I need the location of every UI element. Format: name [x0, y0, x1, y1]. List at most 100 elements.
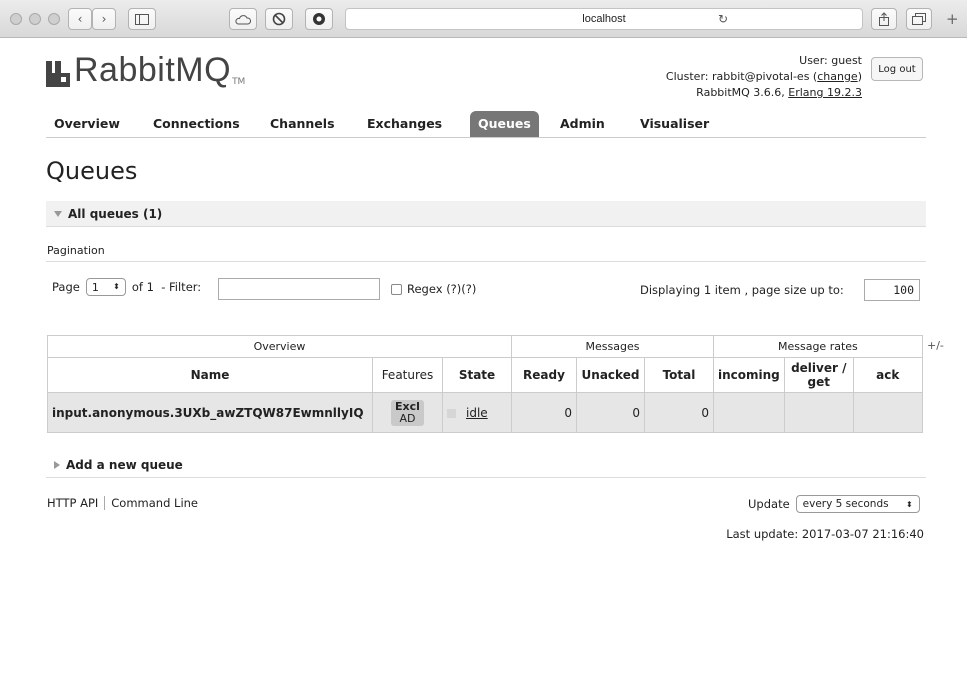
page-title: Queues: [46, 157, 138, 185]
column-unacked[interactable]: Unacked: [576, 357, 645, 393]
state-indicator: [447, 408, 456, 418]
pagination-row: Page 1 ⬍ of 1 - Filter:: [52, 278, 201, 296]
rabbitmq-logo[interactable]: RabbitMQ TM: [46, 53, 245, 87]
tab-overview[interactable]: Overview: [46, 111, 128, 137]
column-total[interactable]: Total: [644, 357, 714, 393]
column-ready[interactable]: Ready: [511, 357, 577, 393]
ready-value: 0: [511, 392, 577, 433]
feature-ad: AD: [399, 411, 416, 425]
divider: [46, 261, 926, 262]
of-filter-label: of 1 - Filter:: [131, 280, 202, 294]
tab-connections[interactable]: Connections: [145, 111, 248, 137]
column-incoming[interactable]: incoming: [713, 357, 785, 393]
unacked-value: 0: [576, 392, 645, 433]
column-header-row: Name Features State Ready Unacked Total …: [47, 357, 923, 393]
add-queue-label: Add a new queue: [66, 457, 183, 472]
group-header-overview: Overview: [47, 335, 512, 358]
change-cluster-link[interactable]: change: [817, 70, 857, 83]
erlang-link[interactable]: Erlang 19.2.3: [788, 86, 862, 99]
http-api-link[interactable]: HTTP API: [47, 496, 98, 510]
command-line-link[interactable]: Command Line: [111, 496, 198, 510]
tab-admin[interactable]: Admin: [552, 111, 613, 137]
regex-checkbox[interactable]: [391, 283, 402, 295]
tabs-button[interactable]: [906, 8, 932, 30]
update-control: Update every 5 seconds ⬍: [748, 495, 920, 513]
address-bar[interactable]: localhost: [345, 8, 863, 30]
separator: [104, 496, 106, 510]
minimize-window-icon[interactable]: [29, 13, 41, 25]
add-queue-toggle[interactable]: Add a new queue: [46, 452, 926, 478]
state-value[interactable]: idle: [466, 406, 488, 420]
privacy-icon: [272, 12, 286, 26]
column-state[interactable]: State: [442, 357, 512, 393]
filter-input[interactable]: [218, 278, 380, 300]
tab-visualiser[interactable]: Visualiser: [632, 111, 717, 137]
tab-exchanges[interactable]: Exchanges: [359, 111, 450, 137]
cluster-label: Cluster: rabbit@pivotal-es (: [665, 70, 818, 83]
sidebar-icon: [135, 13, 149, 25]
table-row[interactable]: input.anonymous.3UXb_awZTQW87EwmnllyIQ E…: [47, 392, 923, 433]
last-update: Last update: 2017-03-07 21:16:40: [726, 527, 924, 541]
page-size-input[interactable]: 100: [864, 279, 920, 301]
extension-button[interactable]: [305, 8, 333, 30]
share-button[interactable]: [871, 8, 897, 30]
all-queues-toggle[interactable]: All queues (1): [46, 201, 926, 227]
back-button[interactable]: ‹: [68, 8, 92, 30]
deliver-get-value: [783, 392, 854, 433]
zoom-window-icon[interactable]: [48, 13, 60, 25]
group-header-messages: Messages: [511, 335, 714, 358]
cloud-icon: [235, 14, 251, 24]
page: RabbitMQ TM User: guest Cluster: rabbit@…: [0, 39, 967, 683]
update-interval-value: every 5 seconds: [802, 498, 889, 510]
total-value: 0: [644, 392, 714, 433]
logo-trademark: TM: [232, 77, 246, 87]
cluster-suffix: ): [857, 70, 862, 83]
all-queues-label: All queues (1): [68, 206, 163, 221]
back-icon: ‹: [77, 12, 83, 26]
group-header-row: Overview Messages Message rates: [47, 335, 923, 358]
page-select[interactable]: 1 ⬍: [85, 278, 126, 296]
regex-option: Regex (?)(?): [391, 282, 476, 296]
tab-queues[interactable]: Queues: [470, 111, 539, 137]
incoming-value: [713, 392, 785, 433]
icloud-button[interactable]: [229, 8, 257, 30]
regex-help-link[interactable]: (?)(?): [446, 282, 476, 296]
rabbit-logo-icon: [46, 61, 70, 87]
column-name[interactable]: Name: [47, 357, 373, 393]
updown-icon: ⬍: [905, 499, 913, 509]
tab-channels[interactable]: Channels: [262, 111, 343, 137]
update-interval-select[interactable]: every 5 seconds ⬍: [795, 495, 920, 513]
browser-window: ‹ › localhost ↻ + RabbitMQ TM User: gues…: [0, 0, 967, 683]
new-tab-icon[interactable]: +: [946, 10, 959, 28]
queue-name-link[interactable]: input.anonymous.3UXb_awZTQW87EwmnllyIQ: [47, 392, 373, 433]
features-cell: Excl AD: [372, 392, 443, 433]
sidebar-button[interactable]: [128, 8, 156, 30]
logo-text: RabbitMQ: [74, 51, 232, 89]
column-deliver-get[interactable]: deliver / get: [783, 357, 854, 393]
ack-value: [852, 392, 923, 433]
address-text: localhost: [582, 13, 626, 25]
state-cell: idle: [442, 392, 512, 433]
column-options-toggle[interactable]: +/-: [927, 339, 944, 352]
close-window-icon[interactable]: [10, 13, 22, 25]
page-label: Page: [52, 280, 80, 294]
group-header-message-rates: Message rates: [713, 335, 923, 358]
privacy-button[interactable]: [265, 8, 293, 30]
column-ack[interactable]: ack: [852, 357, 923, 393]
logout-button[interactable]: Log out: [871, 57, 923, 81]
main-nav: Overview Connections Channels Exchanges …: [46, 111, 926, 138]
share-icon: [879, 12, 889, 26]
page-select-value: 1: [91, 280, 99, 294]
update-label: Update: [748, 497, 790, 511]
tabs-icon: [912, 13, 926, 25]
user-label: User: guest: [799, 54, 862, 67]
forward-button[interactable]: ›: [92, 8, 116, 30]
footer-links: HTTP API Command Line: [47, 496, 198, 510]
reload-icon[interactable]: ↻: [718, 12, 728, 26]
pagination-label: Pagination: [47, 244, 105, 257]
record-icon: [313, 13, 325, 25]
expand-icon: [54, 460, 60, 469]
regex-label: Regex: [407, 282, 443, 296]
column-features[interactable]: Features: [372, 357, 443, 393]
features-badge[interactable]: Excl AD: [391, 399, 424, 426]
